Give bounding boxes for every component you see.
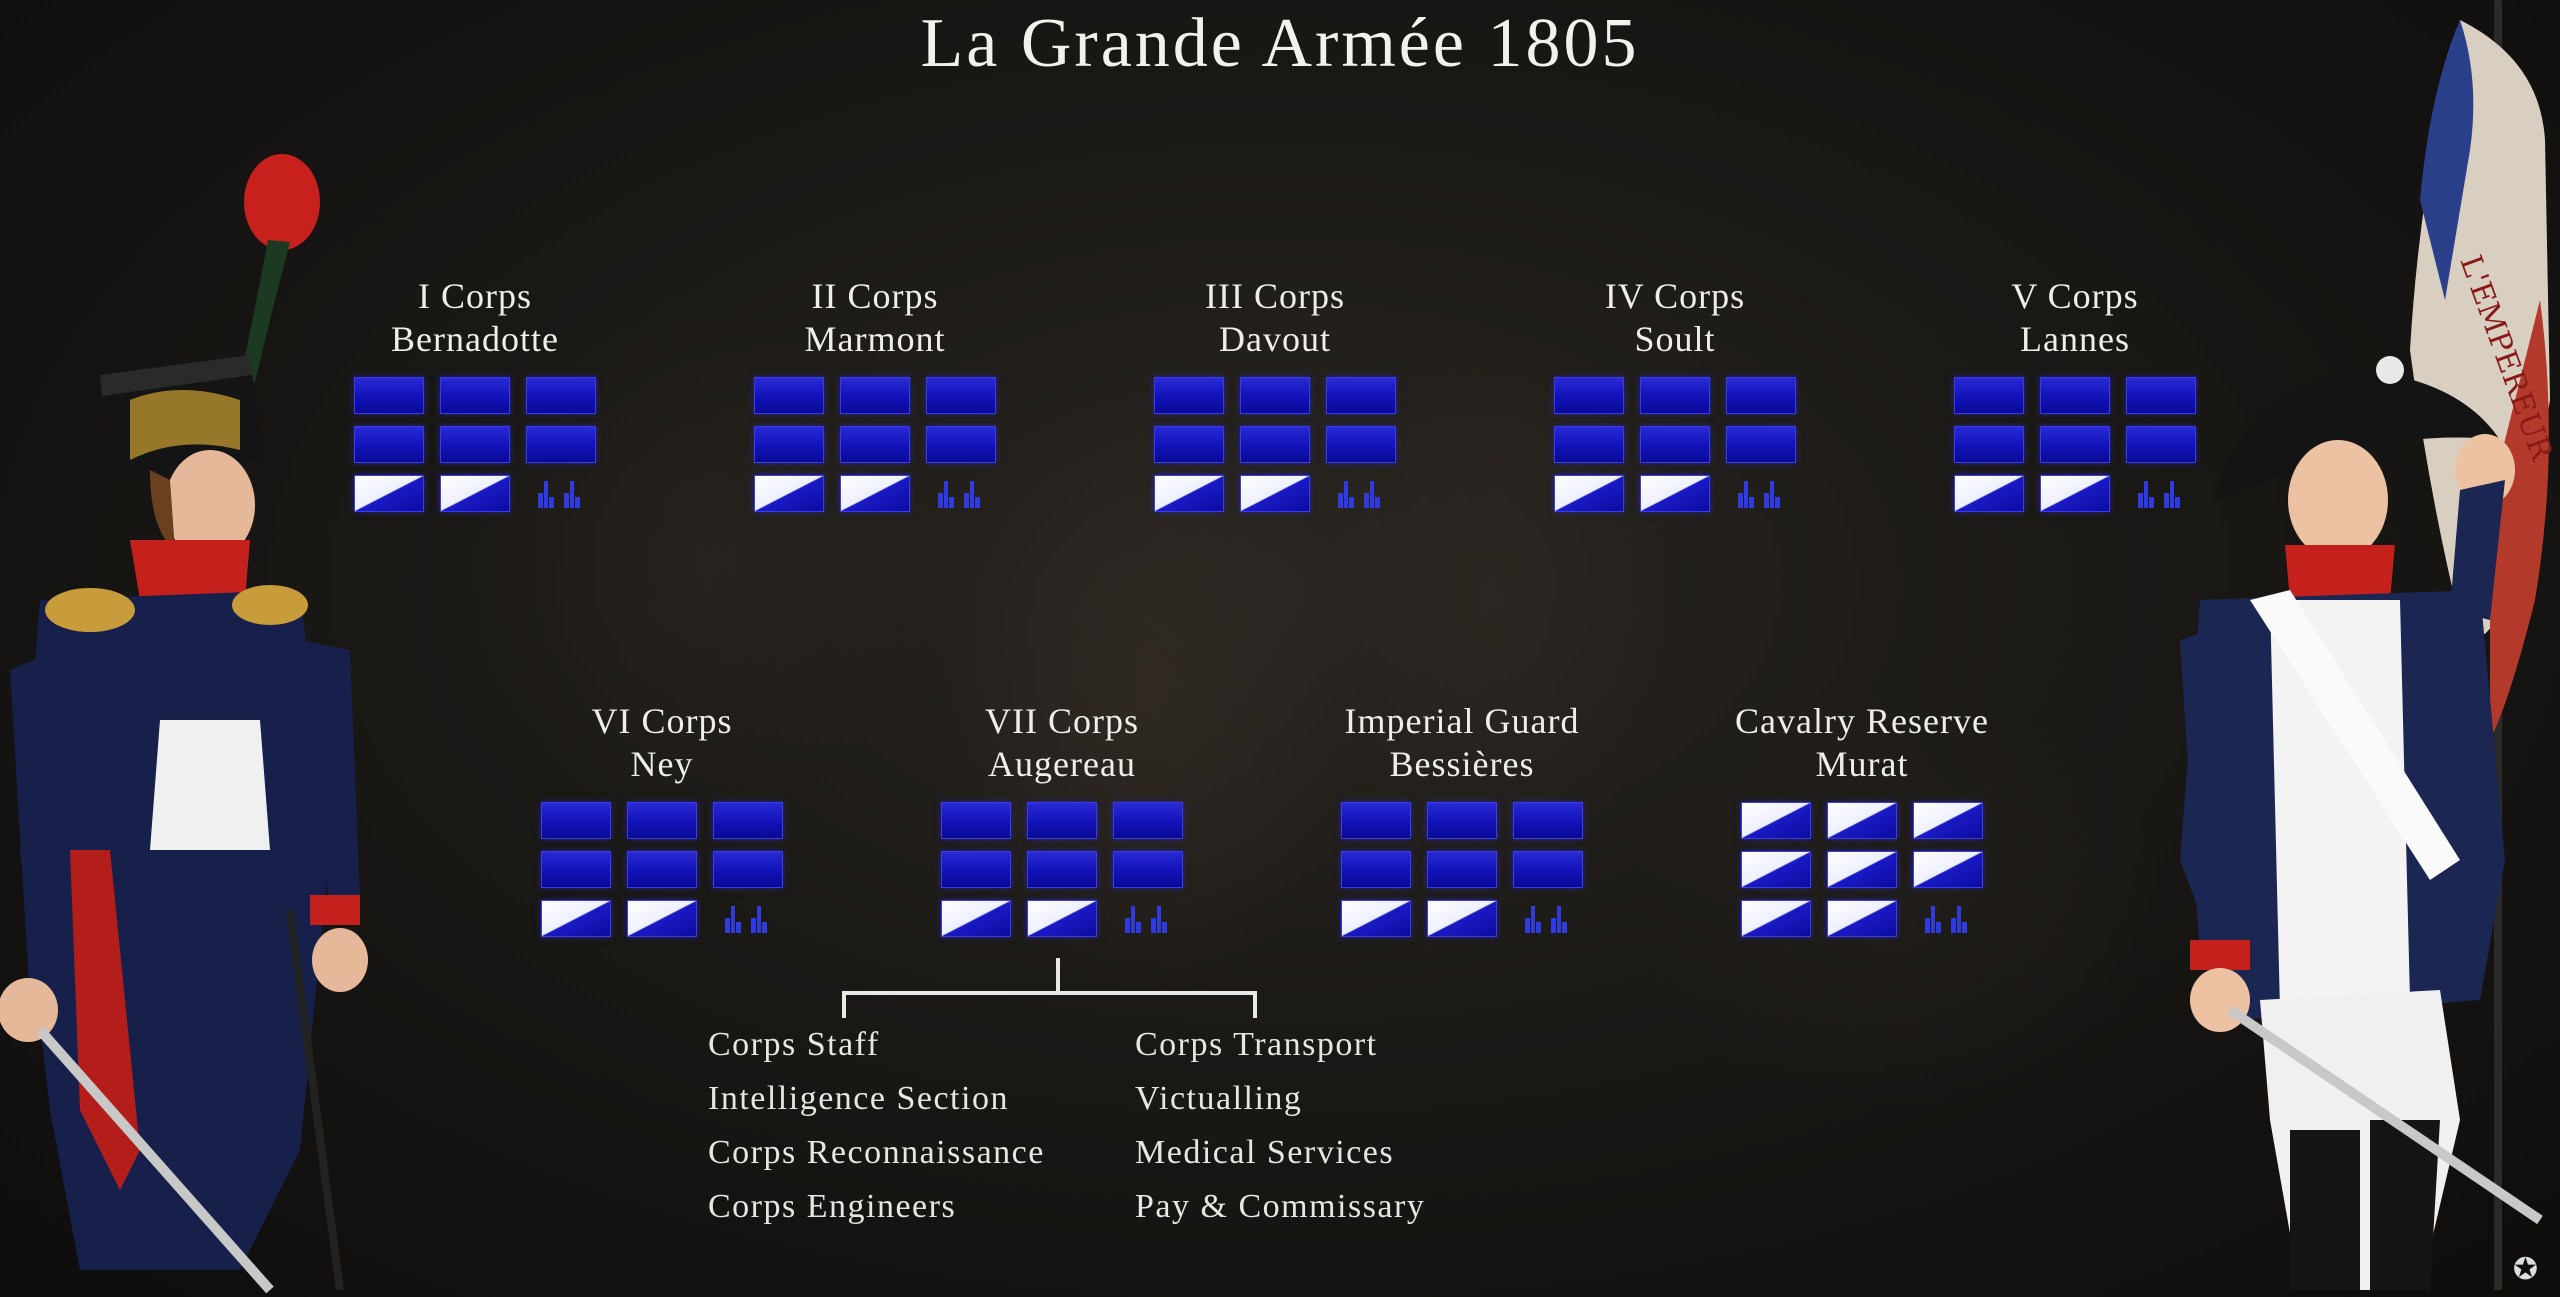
list-item: Corps Transport <box>1135 1026 1378 1063</box>
support-list-right: Corps Transport Victualling Medical Serv… <box>1135 1018 1425 1234</box>
support-list-left: Corps Staff Intelligence Section Corps R… <box>708 1018 1045 1234</box>
list-item: Medical Services <box>1135 1134 1395 1171</box>
star-logo-icon: ✪ <box>2512 1252 2538 1287</box>
list-item: Intelligence Section <box>708 1080 1009 1117</box>
list-item: Victualling <box>1135 1080 1303 1117</box>
list-item: Pay & Commissary <box>1135 1188 1426 1225</box>
list-item: Corps Staff <box>708 1026 880 1063</box>
list-item: Corps Reconnaissance <box>708 1134 1045 1171</box>
list-item: Corps Engineers <box>708 1188 957 1225</box>
